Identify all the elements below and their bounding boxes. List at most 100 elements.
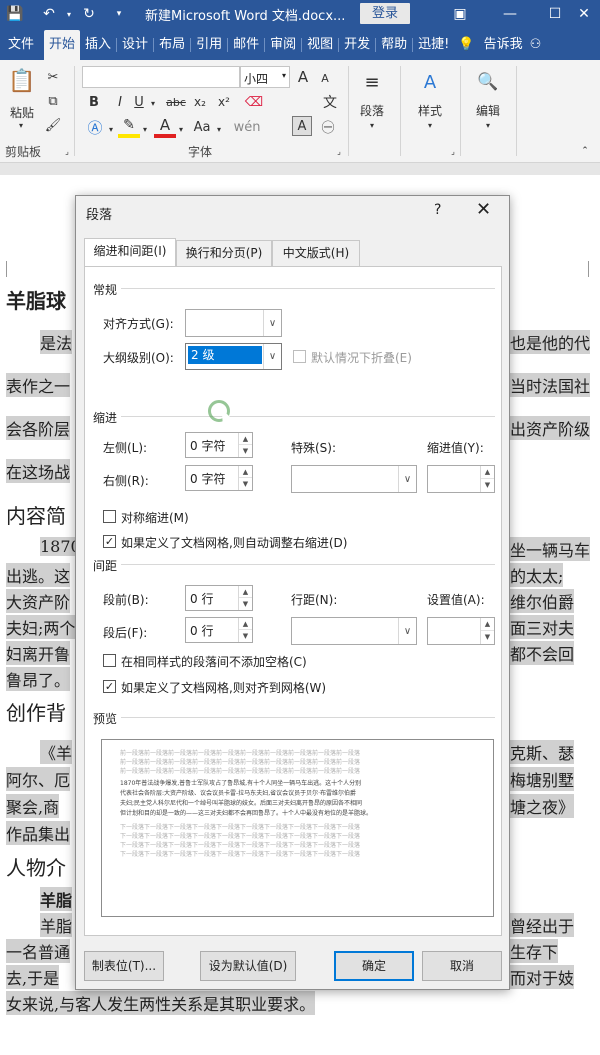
strikethrough-button[interactable]: abc bbox=[164, 92, 188, 112]
font-size-dropdown-icon[interactable]: ▾ bbox=[282, 71, 286, 80]
tabs-button[interactable]: 制表位(T)... bbox=[84, 951, 164, 981]
tab-xunjie[interactable]: 迅捷! bbox=[413, 30, 454, 60]
tab-view[interactable]: 视图 bbox=[302, 30, 338, 60]
set-value-spinner[interactable]: ▲ ▼ bbox=[427, 617, 495, 645]
right-indent-spinner[interactable]: 0 字符 ▲ ▼ bbox=[185, 465, 253, 491]
underline-button[interactable]: U bbox=[130, 92, 148, 112]
collapse-default-checkbox[interactable] bbox=[293, 350, 306, 363]
outline-level-combobox[interactable]: 2 级 ∨ bbox=[185, 343, 282, 370]
subscript-button[interactable]: x₂ bbox=[190, 92, 210, 112]
highlight-dropdown-icon[interactable]: ▾ bbox=[140, 122, 150, 136]
chevron-down-icon[interactable]: ∨ bbox=[398, 618, 416, 644]
save-icon[interactable]: 💾 bbox=[4, 0, 26, 28]
paragraph-icon[interactable]: ≡ bbox=[358, 68, 386, 96]
change-case-icon[interactable]: 文 bbox=[320, 92, 340, 112]
font-size-combobox[interactable]: 小四 ▾ bbox=[240, 66, 290, 88]
quick-access-customize-icon[interactable]: ▾ bbox=[108, 0, 130, 28]
minimize-icon[interactable]: — bbox=[490, 0, 530, 28]
login-button[interactable]: 登录 bbox=[360, 3, 410, 24]
indent-by-spinner[interactable]: ▲ ▼ bbox=[427, 465, 495, 493]
font-launcher-icon[interactable]: ⌟ bbox=[334, 146, 344, 156]
clipboard-launcher-icon[interactable]: ⌟ bbox=[62, 146, 72, 156]
tab-developer[interactable]: 开发 bbox=[339, 30, 375, 60]
paragraph-dropdown-icon[interactable]: ▾ bbox=[366, 120, 378, 130]
collapse-ribbon-icon[interactable]: ⌃ bbox=[578, 144, 592, 158]
snap-to-grid-checkbox[interactable]: ✓ bbox=[103, 680, 116, 693]
grow-font-icon[interactable]: A bbox=[294, 67, 312, 87]
left-indent-spinner[interactable]: 0 字符 ▲ ▼ bbox=[185, 432, 253, 458]
paste-button[interactable]: 粘贴 bbox=[6, 104, 38, 120]
close-icon[interactable]: ✕ bbox=[476, 199, 491, 220]
ribbon-display-icon[interactable]: ▣ bbox=[440, 0, 480, 28]
chevron-down-icon[interactable]: ∨ bbox=[398, 466, 416, 492]
font-color-button[interactable]: A bbox=[154, 116, 176, 138]
paste-dropdown-icon[interactable]: ▾ bbox=[14, 120, 28, 130]
set-default-button[interactable]: 设为默认值(D) bbox=[200, 951, 296, 981]
styles-button[interactable]: 样式 bbox=[412, 102, 448, 118]
share-icon[interactable]: ⚇ bbox=[528, 30, 544, 60]
tab-insert[interactable]: 插入 bbox=[80, 30, 116, 60]
highlight-icon[interactable]: ✎ bbox=[118, 116, 140, 138]
close-window-icon[interactable]: ✕ bbox=[568, 0, 600, 28]
space-before-spinner[interactable]: 0 行 ▲ ▼ bbox=[185, 585, 253, 611]
chevron-down-icon[interactable]: ∨ bbox=[263, 344, 281, 369]
spin-up-icon[interactable]: ▲ bbox=[481, 618, 494, 631]
spin-up-icon[interactable]: ▲ bbox=[481, 466, 494, 479]
no-space-same-style-checkbox[interactable] bbox=[103, 654, 116, 667]
mirror-indents-checkbox[interactable] bbox=[103, 510, 116, 523]
line-spacing-combobox[interactable]: ∨ bbox=[291, 617, 417, 645]
font-color-dropdown-icon[interactable]: ▾ bbox=[176, 122, 186, 136]
tab-review[interactable]: 审阅 bbox=[265, 30, 301, 60]
spin-up-icon[interactable]: ▲ bbox=[239, 466, 252, 478]
redo-icon[interactable]: ↻ bbox=[78, 0, 100, 28]
spin-down-icon[interactable]: ▼ bbox=[481, 631, 494, 644]
tab-home[interactable]: 开始 bbox=[44, 30, 81, 60]
spin-down-icon[interactable]: ▼ bbox=[239, 598, 252, 610]
tab-references[interactable]: 引用 bbox=[191, 30, 227, 60]
alignment-combobox[interactable]: ∨ bbox=[185, 309, 282, 337]
spin-up-icon[interactable]: ▲ bbox=[239, 586, 252, 598]
special-indent-combobox[interactable]: ∨ bbox=[291, 465, 417, 493]
phonetic-guide-icon[interactable]: wén bbox=[234, 116, 261, 138]
spin-down-icon[interactable]: ▼ bbox=[481, 479, 494, 492]
paragraph-button[interactable]: 段落 bbox=[354, 102, 390, 118]
spin-down-icon[interactable]: ▼ bbox=[239, 630, 252, 642]
text-effects-dropdown-icon[interactable]: ▾ bbox=[106, 122, 116, 136]
tab-help[interactable]: 帮助 bbox=[376, 30, 412, 60]
copy-icon[interactable]: ⧉ bbox=[44, 92, 62, 110]
spin-up-icon[interactable]: ▲ bbox=[239, 618, 252, 630]
tab-indents-spacing[interactable]: 缩进和间距(I) bbox=[84, 238, 176, 267]
change-case-button[interactable]: Aa bbox=[190, 116, 214, 138]
enclose-characters-icon[interactable]: ㊀ bbox=[318, 116, 338, 136]
text-effects-icon[interactable]: Ⓐ bbox=[84, 116, 106, 138]
editing-button[interactable]: 编辑 bbox=[470, 102, 506, 118]
auto-right-indent-checkbox[interactable]: ✓ bbox=[103, 535, 116, 548]
editing-search-icon[interactable]: 🔍 bbox=[474, 68, 502, 96]
font-name-combobox[interactable] bbox=[82, 66, 240, 88]
shrink-font-icon[interactable]: A bbox=[316, 69, 334, 87]
styles-launcher-icon[interactable]: ⌟ bbox=[448, 146, 458, 156]
tab-file[interactable]: 文件 bbox=[0, 30, 44, 60]
spin-down-icon[interactable]: ▼ bbox=[239, 445, 252, 457]
superscript-button[interactable]: x² bbox=[214, 92, 234, 112]
tab-line-page-breaks[interactable]: 换行和分页(P) bbox=[176, 240, 272, 266]
undo-icon[interactable]: ↶ bbox=[38, 0, 60, 28]
underline-dropdown-icon[interactable]: ▾ bbox=[148, 96, 158, 110]
character-border-button[interactable]: A bbox=[292, 116, 312, 136]
format-painter-icon[interactable]: 🖌 bbox=[44, 116, 62, 134]
ok-button[interactable]: 确定 bbox=[334, 951, 414, 981]
clear-formatting-icon[interactable]: ⌫ bbox=[244, 92, 264, 112]
chevron-down-icon[interactable]: ∨ bbox=[263, 310, 281, 336]
editing-dropdown-icon[interactable]: ▾ bbox=[482, 120, 494, 130]
undo-dropdown-icon[interactable]: ▾ bbox=[58, 0, 80, 28]
spin-up-icon[interactable]: ▲ bbox=[239, 433, 252, 445]
paste-icon[interactable]: 📋 bbox=[8, 66, 36, 96]
lightbulb-icon[interactable]: 💡 bbox=[454, 30, 478, 60]
help-button[interactable]: ? bbox=[434, 202, 441, 218]
tab-design[interactable]: 设计 bbox=[117, 30, 153, 60]
tell-me-input[interactable]: 告诉我 bbox=[479, 30, 528, 60]
tab-mailings[interactable]: 邮件 bbox=[228, 30, 264, 60]
styles-icon[interactable]: A bbox=[416, 68, 444, 96]
space-after-spinner[interactable]: 0 行 ▲ ▼ bbox=[185, 617, 253, 643]
spin-down-icon[interactable]: ▼ bbox=[239, 478, 252, 490]
